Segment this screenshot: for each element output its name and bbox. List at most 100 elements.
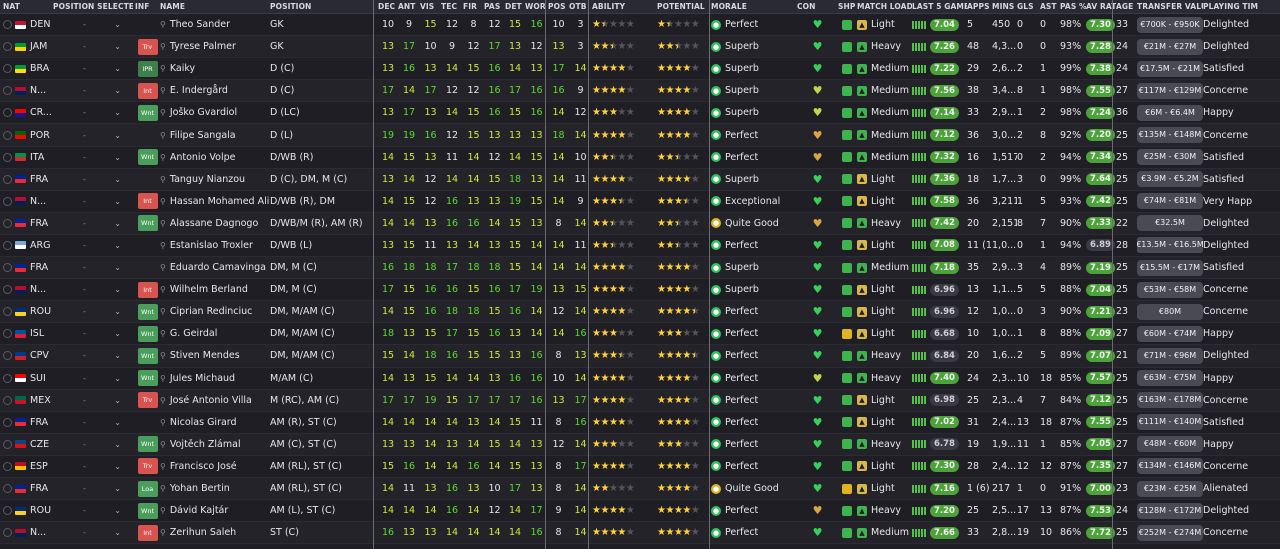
chevron-down-icon[interactable]: ⌄ <box>114 462 121 471</box>
player-name[interactable]: E. Indergård <box>170 85 228 96</box>
chevron-down-icon[interactable]: ⌄ <box>114 86 121 95</box>
select-radio[interactable] <box>3 439 12 449</box>
transfer-value-cell[interactable]: €17.5M - €21M <box>1137 58 1203 79</box>
transfer-value-pill[interactable]: €74M - €81M <box>1137 193 1203 210</box>
position-selected-dropdown[interactable]: - ⌄ <box>53 412 133 433</box>
column-header-10[interactable]: PAS <box>484 0 505 13</box>
select-radio[interactable] <box>3 484 12 494</box>
transfer-value-cell[interactable]: €700K - €950K <box>1137 14 1203 35</box>
column-header-13[interactable]: POS <box>548 0 569 13</box>
transfer-value-pill[interactable]: €63M - €75M <box>1137 370 1203 387</box>
player-row[interactable]: ITA - ⌄ Wnt ⚲ Antonio Volpe D/WB (R) 14 15 13 11 14… <box>0 147 1280 169</box>
chevron-down-icon[interactable]: ⌄ <box>114 506 121 515</box>
select-radio[interactable] <box>3 196 12 206</box>
player-name[interactable]: Tyrese Palmer <box>170 41 236 52</box>
transfer-value-cell[interactable]: €128M - €172M <box>1137 500 1203 521</box>
select-radio[interactable] <box>3 506 12 516</box>
player-row[interactable]: MEX - ⌄ Trv ⚲ José Antonio Villa M (RC), AM (C… <box>0 389 1280 412</box>
position-selected-dropdown[interactable]: - ⌄ <box>53 14 133 35</box>
transfer-value-pill[interactable]: €32.5M <box>1137 215 1203 232</box>
position-selected-dropdown[interactable]: - ⌄ <box>53 345 133 366</box>
player-name[interactable]: Theo Sander <box>170 19 230 30</box>
chevron-down-icon[interactable]: ⌄ <box>114 351 121 360</box>
player-name-cell[interactable]: ⚲ Tyrese Palmer <box>160 36 270 57</box>
player-name-cell[interactable]: ⚲ Francisco José <box>160 456 270 477</box>
player-name-cell[interactable]: ⚲ Joško Gvardiol <box>160 102 270 123</box>
column-header-4[interactable]: POSITION <box>270 0 375 13</box>
transfer-value-pill[interactable]: €23M - €25M <box>1137 480 1203 497</box>
transfer-value-pill[interactable]: €17.5M - €21M <box>1137 60 1203 77</box>
transfer-value-pill[interactable]: €53M - €58M <box>1137 281 1203 298</box>
position-selected-dropdown[interactable]: - ⌄ <box>53 434 133 455</box>
select-radio[interactable] <box>3 461 12 471</box>
player-row[interactable]: FRA - ⌄ ⚲ Nicolas Girard AM (R), ST (C) 14 14 14… <box>0 412 1280 434</box>
select-radio[interactable] <box>3 329 12 339</box>
player-name[interactable]: Yohan Bertin <box>170 483 230 494</box>
transfer-value-cell[interactable]: €111M - €140M <box>1137 412 1203 433</box>
transfer-value-pill[interactable]: €135M - €148M <box>1137 127 1203 144</box>
column-header-24[interactable]: GLS <box>1017 0 1040 13</box>
player-row[interactable]: CPV - ⌄ Wnt ⚲ Stiven Mendes DM, M/AM (C) 15 14 18… <box>0 345 1280 368</box>
player-row[interactable]: ESP - ⌄ Trv ⚲ Francisco José AM (RL), ST (C) 15… <box>0 456 1280 478</box>
select-radio[interactable] <box>3 86 12 96</box>
player-name-cell[interactable]: ⚲ Estanislao Troxler <box>160 235 270 256</box>
position-selected-dropdown[interactable]: - ⌄ <box>53 368 133 389</box>
player-name-cell[interactable]: ⚲ Hassan Mohamed Ali <box>160 191 270 212</box>
player-row[interactable]: N... - ⌄ Int ⚲ Hassan Mohamed Ali D/WB (R), DM… <box>0 191 1280 213</box>
select-radio[interactable] <box>3 528 12 538</box>
transfer-value-cell[interactable]: €15.5M - €17M <box>1137 257 1203 278</box>
player-name[interactable]: Dávid Kajtár <box>170 505 228 516</box>
chevron-down-icon[interactable]: ⌄ <box>114 418 121 427</box>
player-name-cell[interactable]: ⚲ G. Geirdal <box>160 323 270 344</box>
transfer-value-pill[interactable]: €60M - €74M <box>1137 325 1203 342</box>
select-radio[interactable] <box>3 42 12 52</box>
column-header-30[interactable]: PLAYING TIM <box>1203 0 1280 13</box>
column-header-18[interactable]: CON <box>797 0 838 13</box>
player-name-cell[interactable]: ⚲ Zerihun Saleh <box>160 522 270 543</box>
position-selected-dropdown[interactable]: - ⌄ <box>53 213 133 234</box>
player-name-cell[interactable]: ⚲ Antonio Volpe <box>160 147 270 168</box>
column-header-29[interactable]: TRANSFER VALUE <box>1137 0 1203 13</box>
chevron-down-icon[interactable]: ⌄ <box>114 484 121 493</box>
transfer-value-cell[interactable]: €32.5M <box>1137 213 1203 234</box>
transfer-value-cell[interactable]: €25M - €30M <box>1137 147 1203 168</box>
player-name-cell[interactable]: ⚲ Alassane Dagnogo <box>160 213 270 234</box>
column-header-3[interactable]: NAME <box>160 0 270 13</box>
chevron-down-icon[interactable]: ⌄ <box>114 131 121 140</box>
player-name[interactable]: Vojtěch Zlámal <box>170 439 241 450</box>
select-radio[interactable] <box>3 108 12 118</box>
player-row[interactable]: ROU - ⌄ Wnt ⚲ Ciprian Redinciuc DM, M/AM (C) 14… <box>0 301 1280 324</box>
column-header-17[interactable]: MORALE <box>711 0 797 13</box>
player-name[interactable]: Eduardo Camavinga <box>170 262 266 273</box>
select-radio[interactable] <box>3 64 12 74</box>
column-header-25[interactable]: AST <box>1040 0 1060 13</box>
player-row[interactable]: POR - ⌄ ⚲ Filipe Sangala D (L) 19 19 16 12 15 13 13 1… <box>0 124 1280 147</box>
transfer-value-cell[interactable]: €13.5M - €16.5M <box>1137 235 1203 256</box>
player-name[interactable]: Stiven Mendes <box>170 350 240 361</box>
position-selected-dropdown[interactable]: - ⌄ <box>53 279 133 300</box>
player-row[interactable]: BRA - ⌄ IPR ⚲ Kaiky D (C) 13 16 13 14 15 16 14 13 17 14 ★… <box>0 58 1280 81</box>
chevron-down-icon[interactable]: ⌄ <box>114 108 121 117</box>
player-name-cell[interactable]: ⚲ Kaiky <box>160 58 270 79</box>
position-selected-dropdown[interactable]: - ⌄ <box>53 235 133 256</box>
chevron-down-icon[interactable]: ⌄ <box>114 374 121 383</box>
transfer-value-cell[interactable]: €60M - €74M <box>1137 323 1203 344</box>
chevron-down-icon[interactable]: ⌄ <box>114 396 121 405</box>
position-selected-dropdown[interactable]: - ⌄ <box>53 301 133 322</box>
select-radio[interactable] <box>3 307 12 317</box>
player-name[interactable]: Estanislao Troxler <box>170 240 253 251</box>
transfer-value-cell[interactable]: €252M - €274M <box>1137 522 1203 543</box>
player-row[interactable]: CZE - ⌄ Wnt ⚲ Vojtěch Zlámal AM (C), ST (C) 13 1… <box>0 433 1280 456</box>
transfer-value-pill[interactable]: €252M - €274M <box>1137 524 1203 541</box>
transfer-value-cell[interactable]: €71M - €96M <box>1137 345 1203 366</box>
transfer-value-pill[interactable]: €163M - €178M <box>1137 392 1203 409</box>
select-radio[interactable] <box>3 417 12 427</box>
chevron-down-icon[interactable]: ⌄ <box>114 219 121 228</box>
column-header-15[interactable]: ABILITY <box>592 0 657 13</box>
column-header-7[interactable]: VIS <box>420 0 441 13</box>
player-name[interactable]: Jules Michaud <box>170 373 235 384</box>
player-name[interactable]: Tanguy Nianzou <box>170 174 245 185</box>
player-name-cell[interactable]: ⚲ Nicolas Girard <box>160 412 270 433</box>
select-radio[interactable] <box>3 351 12 361</box>
player-row[interactable]: FRA - ⌄ Wnt ⚲ Alassane Dagnogo D/WB/M (R), AM … <box>0 212 1280 235</box>
